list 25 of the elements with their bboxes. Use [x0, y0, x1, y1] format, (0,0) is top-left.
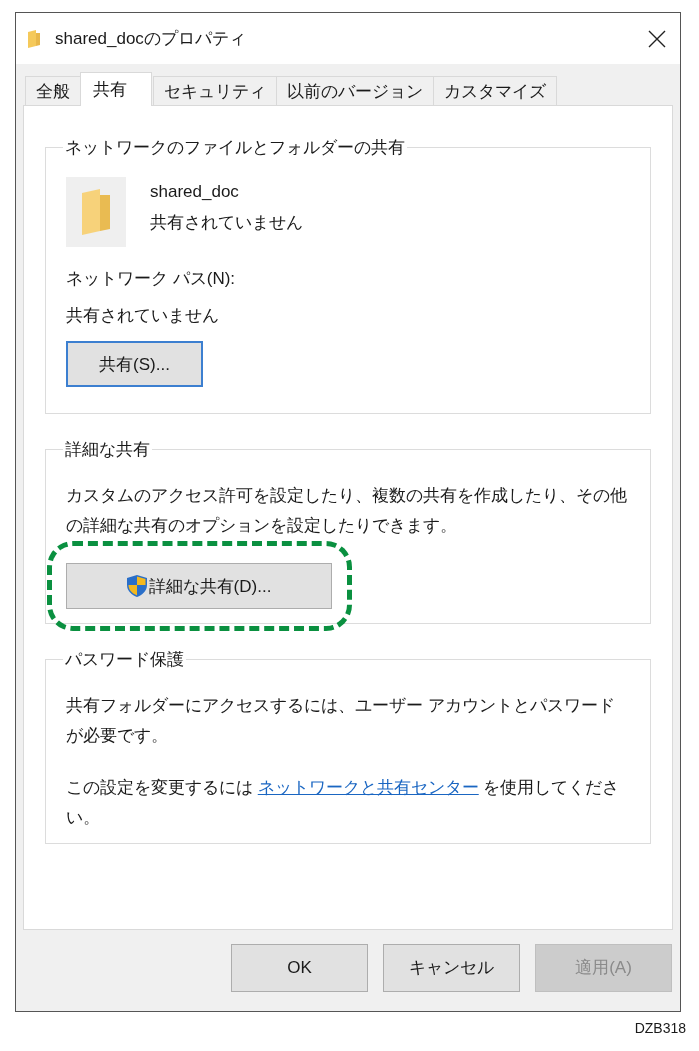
folder-icon [66, 177, 126, 247]
network-path-value: 共有されていません [66, 305, 220, 327]
password-text: 共有フォルダーにアクセスするには、ユーザー アカウントとパスワードが必要です。 [66, 695, 616, 747]
dialog-button[interactable]: キャンセル [383, 943, 520, 992]
advanced-sharing-button[interactable]: 詳細な共有(D)... [66, 563, 332, 609]
tab[interactable]: カスタマイズ [433, 76, 557, 105]
folder-icon [27, 29, 41, 48]
dialog-button[interactable]: OK [231, 943, 368, 992]
share-status: 共有されていません [150, 212, 303, 234]
description-text: カスタムのアクセス許可を設定したり、複数の共有を作成したり、その他の詳細な共有のオプションを設定したりできます。 [66, 485, 628, 537]
group-title: パスワード保護 [64, 649, 185, 671]
group-title: ネットワークのファイルとフォルダーの共有 [64, 137, 406, 159]
network-path-label: ネットワーク パス(N): [66, 268, 237, 290]
close-icon[interactable] [648, 29, 666, 48]
tab[interactable]: 共有 [80, 72, 152, 106]
settings-hint: この設定を変更するには ネットワークと共有センター を使用してください。 [66, 777, 621, 829]
tab[interactable]: 全般 [25, 76, 81, 105]
shield-icon [126, 575, 147, 597]
group-title: 詳細な共有 [64, 439, 151, 461]
share-button[interactable]: 共有(S)... [66, 341, 203, 387]
folder-name: shared_doc [150, 182, 240, 202]
network-center-link[interactable]: ネットワークと共有センター [257, 778, 479, 797]
window-title: shared_docのプロパティ [55, 28, 247, 50]
tab[interactable]: セキュリティ [153, 76, 277, 105]
figure-code: DZB318 [634, 1020, 686, 1036]
